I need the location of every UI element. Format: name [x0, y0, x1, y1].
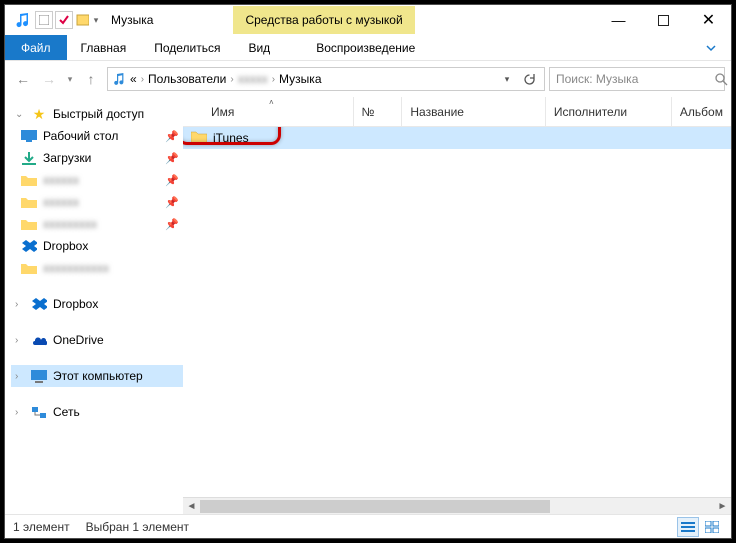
quick-access-header[interactable]: ⌄ ★ Быстрый доступ — [11, 103, 183, 125]
chevron-down-icon: ⌄ — [15, 109, 25, 120]
pin-icon: 📌 — [165, 174, 179, 187]
dropbox-icon — [31, 296, 47, 312]
address-dropdown-button[interactable]: ▾ — [496, 68, 518, 90]
ribbon-tabs: Файл Главная Поделиться Вид Воспроизведе… — [5, 35, 731, 61]
onedrive-icon — [31, 332, 47, 348]
sidebar-item-dropbox-pinned[interactable]: Dropbox — [11, 235, 183, 257]
search-icon — [715, 73, 728, 86]
window-title: Музыка — [101, 13, 163, 27]
recent-locations-button[interactable]: ▾ — [63, 67, 77, 91]
close-button[interactable]: ✕ — [686, 5, 731, 35]
quick-access-label: Быстрый доступ — [53, 107, 144, 121]
navigation-pane: ⌄ ★ Быстрый доступ Рабочий стол 📌 Загруз… — [5, 97, 183, 514]
music-library-icon — [11, 9, 33, 31]
quick-access-toolbar: ▾ — [5, 9, 101, 31]
chevron-right-icon: › — [15, 335, 25, 346]
sidebar-item[interactable]: xxxxxxxxxxx — [11, 257, 183, 279]
breadcrumb-users[interactable]: Пользователи› — [148, 72, 234, 86]
column-name[interactable]: Имя ˄ — [183, 97, 354, 126]
qat-chevron-icon[interactable]: ▾ — [91, 9, 101, 31]
music-icon — [112, 72, 126, 86]
explorer-window: ▾ Музыка Средства работы с музыкой — ✕ Ф… — [4, 4, 732, 539]
tab-home[interactable]: Главная — [67, 35, 141, 60]
forward-button[interactable]: → — [37, 67, 61, 91]
minimize-button[interactable]: — — [596, 5, 641, 35]
pin-icon: 📌 — [165, 218, 179, 231]
folder-icon — [21, 216, 37, 232]
downloads-icon — [21, 150, 37, 166]
column-artists[interactable]: Исполнители — [546, 97, 672, 126]
address-bar[interactable]: «› Пользователи› xxxxx› Музыка ▾ — [107, 67, 545, 91]
pc-icon — [31, 368, 47, 384]
title-bar: ▾ Музыка Средства работы с музыкой — ✕ — [5, 5, 731, 35]
tab-share[interactable]: Поделиться — [140, 35, 234, 60]
star-icon: ★ — [31, 106, 47, 122]
qat-button-1[interactable] — [35, 11, 53, 29]
list-item[interactable]: iTunes — [183, 127, 731, 149]
horizontal-scrollbar[interactable]: ◄ ► — [183, 497, 731, 514]
scroll-left-button[interactable]: ◄ — [183, 498, 200, 515]
sidebar-item[interactable]: xxxxxx 📌 — [11, 191, 183, 213]
window-controls: — ✕ — [596, 5, 731, 35]
sidebar-item-this-pc[interactable]: › Этот компьютер — [11, 365, 183, 387]
column-number[interactable]: № — [354, 97, 403, 126]
column-headers: Имя ˄ № Название Исполнители Альбом — [183, 97, 731, 127]
search-input[interactable] — [556, 72, 711, 86]
scroll-right-button[interactable]: ► — [714, 498, 731, 515]
ribbon-expand-button[interactable] — [691, 35, 731, 60]
qat-dropdown[interactable] — [75, 9, 89, 31]
chevron-right-icon: › — [15, 371, 25, 382]
sort-asc-icon: ˄ — [269, 98, 274, 107]
sidebar-item-desktop[interactable]: Рабочий стол 📌 — [11, 125, 183, 147]
file-name: iTunes — [213, 131, 249, 145]
back-button[interactable]: ← — [11, 67, 35, 91]
chevron-right-icon: › — [15, 299, 25, 310]
up-button[interactable]: ↑ — [79, 67, 103, 91]
sidebar-item[interactable]: xxxxxxxxx 📌 — [11, 213, 183, 235]
folder-icon — [21, 194, 37, 210]
sidebar-item-downloads[interactable]: Загрузки 📌 — [11, 147, 183, 169]
folder-icon — [21, 260, 37, 276]
sidebar-item-network[interactable]: › Сеть — [11, 401, 183, 423]
sidebar-item-onedrive[interactable]: › OneDrive — [11, 329, 183, 351]
status-selection: Выбран 1 элемент — [86, 520, 189, 534]
contextual-tab-label: Средства работы с музыкой — [233, 6, 414, 34]
sidebar-item[interactable]: xxxxxx 📌 — [11, 169, 183, 191]
breadcrumb-user[interactable]: xxxxx› — [238, 72, 275, 86]
network-icon — [31, 404, 47, 420]
body: ⌄ ★ Быстрый доступ Рабочий стол 📌 Загруз… — [5, 97, 731, 514]
folder-icon — [191, 130, 207, 146]
file-list[interactable]: iTunes — [183, 127, 731, 497]
scroll-thumb[interactable] — [200, 500, 550, 513]
qat-button-2[interactable] — [55, 11, 73, 29]
maximize-button[interactable] — [641, 5, 686, 35]
folder-icon — [21, 172, 37, 188]
column-album[interactable]: Альбом — [672, 97, 731, 126]
search-box[interactable] — [549, 67, 725, 91]
thumbnails-view-button[interactable] — [701, 517, 723, 537]
pin-icon: 📌 — [165, 196, 179, 209]
pin-icon: 📌 — [165, 152, 179, 165]
desktop-icon — [21, 128, 37, 144]
dropbox-icon — [21, 238, 37, 254]
tab-play[interactable]: Воспроизведение — [302, 35, 429, 60]
chevron-right-icon: › — [15, 407, 25, 418]
sidebar-item-dropbox[interactable]: › Dropbox — [11, 293, 183, 315]
refresh-button[interactable] — [518, 68, 540, 90]
pin-icon: 📌 — [165, 130, 179, 143]
breadcrumb-music[interactable]: Музыка — [279, 72, 321, 86]
column-title[interactable]: Название — [402, 97, 545, 126]
status-bar: 1 элемент Выбран 1 элемент — [5, 514, 731, 538]
tab-file[interactable]: Файл — [5, 35, 67, 60]
details-view-button[interactable] — [677, 517, 699, 537]
status-item-count: 1 элемент — [13, 520, 70, 534]
navigation-row: ← → ▾ ↑ «› Пользователи› xxxxx› Музыка ▾ — [5, 61, 731, 97]
breadcrumb-root[interactable]: «› — [130, 72, 144, 86]
tab-view[interactable]: Вид — [234, 35, 284, 60]
content-area: Имя ˄ № Название Исполнители Альбом iTun… — [183, 97, 731, 514]
